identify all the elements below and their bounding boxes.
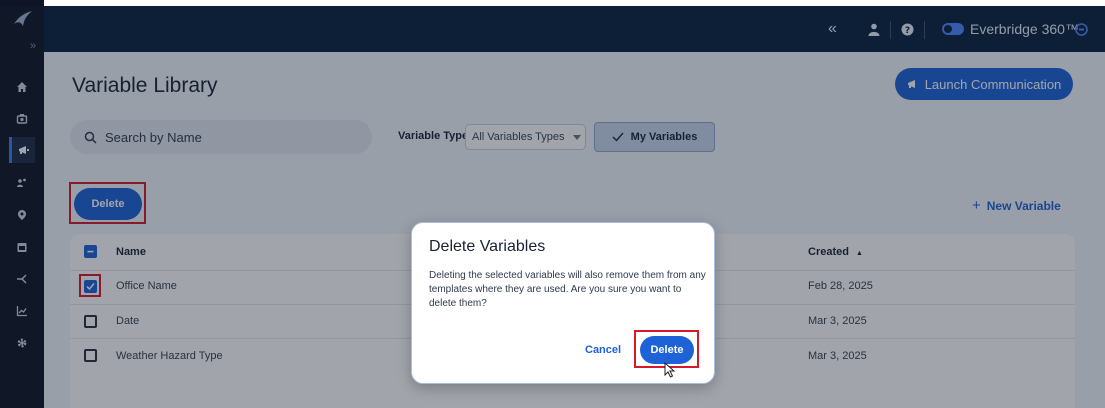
cancel-button[interactable]: Cancel — [585, 344, 621, 356]
dialog-title: Delete Variables — [429, 238, 546, 255]
confirm-delete-button[interactable]: Delete — [640, 336, 694, 364]
dialog-message: Deleting the selected variables will als… — [429, 270, 706, 309]
delete-variables-dialog: Delete Variables Deleting the selected v… — [411, 222, 715, 384]
mouse-cursor-icon — [664, 361, 676, 383]
